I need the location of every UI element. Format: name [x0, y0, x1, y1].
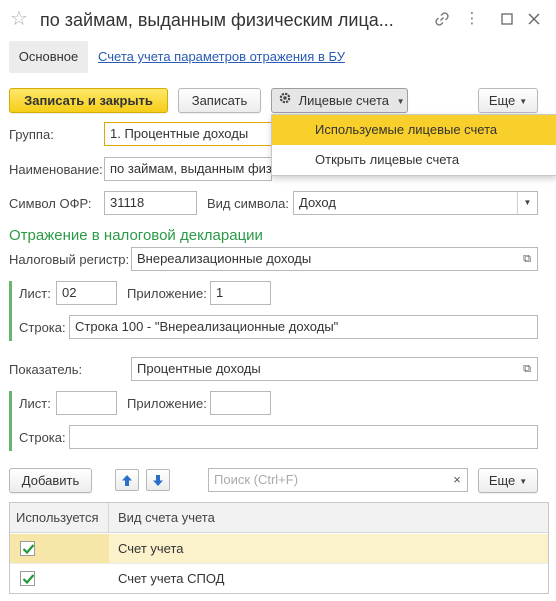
symbol-field[interactable]: 31118: [104, 191, 197, 215]
account-kind-cell: Счет учета: [118, 541, 184, 556]
link-icon[interactable]: [432, 8, 452, 30]
tax-row-field[interactable]: Строка 100 - "Внереализационные доходы": [69, 315, 538, 339]
check-icon: [22, 574, 35, 585]
symbol-kind-value: Доход: [299, 195, 336, 210]
more-vertical-icon[interactable]: ⋮: [462, 8, 482, 30]
name-label: Наименование:: [9, 162, 103, 177]
indicator-appendix-label: Приложение:: [127, 396, 207, 411]
accounts-params-link[interactable]: Счета учета параметров отражения в БУ: [98, 49, 345, 65]
chevron-down-icon: ▼: [519, 477, 528, 487]
column-header-used[interactable]: Используется: [10, 503, 109, 533]
indicator-sheet-label: Лист:: [19, 396, 51, 411]
used-checkbox[interactable]: [20, 541, 35, 556]
used-cell: [10, 534, 109, 563]
tax-appendix-label: Приложение:: [127, 286, 207, 301]
chevron-down-icon[interactable]: ▼: [517, 192, 537, 214]
more-label: Еще: [488, 93, 516, 108]
accounts-table: Используется Вид счета учета Счет учета …: [9, 502, 549, 594]
column-header-kind[interactable]: Вид счета учета: [109, 503, 548, 533]
chevron-down-icon: ▼: [519, 97, 528, 107]
personal-accounts-menu: Используемые лицевые счета Открыть лицев…: [271, 114, 556, 176]
tax-row-label: Строка:: [19, 320, 66, 335]
tax-sheet-label: Лист:: [19, 286, 51, 301]
clear-icon[interactable]: ×: [447, 469, 467, 491]
indicator-field[interactable]: Процентные доходы ⧉: [131, 357, 538, 381]
save-button[interactable]: Записать: [178, 88, 261, 113]
tax-section-title: Отражение в налоговой декларации: [9, 227, 263, 244]
table-more-button[interactable]: Еще ▼: [478, 468, 538, 493]
more-button[interactable]: Еще ▼: [478, 88, 538, 113]
open-icon[interactable]: ⧉: [517, 248, 537, 270]
window-title: по займам, выданным физическим лица...: [40, 10, 394, 30]
tax-register-field[interactable]: Внереализационные доходы ⧉: [131, 247, 538, 271]
personal-accounts-button[interactable]: Лицевые счета ▼: [271, 88, 408, 113]
indicator-sheet-field[interactable]: [56, 391, 117, 415]
search-placeholder: Поиск (Ctrl+F): [214, 472, 299, 487]
indicator-label: Показатель:: [9, 362, 83, 377]
indicator-row-field[interactable]: [69, 425, 538, 449]
maximize-icon[interactable]: [497, 8, 517, 30]
move-up-button[interactable]: [115, 469, 139, 491]
indicator-appendix-field[interactable]: [210, 391, 271, 415]
table-row[interactable]: Счет учета СПОД: [10, 564, 548, 593]
used-cell: [10, 564, 109, 593]
symbol-kind-label: Вид символа:: [207, 196, 289, 211]
open-icon[interactable]: ⧉: [517, 358, 537, 380]
table-more-label: Еще: [488, 473, 516, 488]
arrow-up-icon: [116, 474, 138, 487]
menu-item-used-accounts[interactable]: Используемые лицевые счета: [272, 115, 556, 145]
tax-appendix-field[interactable]: 1: [210, 281, 271, 305]
account-kind-cell: Счет учета СПОД: [118, 571, 225, 586]
close-icon[interactable]: [524, 8, 544, 30]
group-field[interactable]: 1. Процентные доходы: [104, 122, 272, 146]
search-input[interactable]: Поиск (Ctrl+F) ×: [208, 468, 468, 492]
name-field[interactable]: по займам, выданным физ: [104, 157, 272, 181]
add-button[interactable]: Добавить: [9, 468, 92, 493]
symbol-kind-select[interactable]: Доход ▼: [293, 191, 538, 215]
symbol-label: Символ ОФР:: [9, 196, 92, 211]
tax-register-label: Налоговый регистр:: [9, 252, 130, 267]
chevron-down-icon: ▼: [396, 97, 405, 107]
gear-icon: [278, 89, 292, 112]
tax-sheet-field[interactable]: 02: [56, 281, 117, 305]
menu-item-open-accounts[interactable]: Открыть лицевые счета: [272, 145, 556, 175]
used-checkbox[interactable]: [20, 571, 35, 586]
indicator-row-label: Строка:: [19, 430, 66, 445]
arrow-down-icon: [147, 474, 169, 487]
tab-main[interactable]: Основное: [9, 41, 88, 73]
indicator-group-bar: [9, 391, 12, 451]
check-icon: [22, 544, 35, 555]
tax-register-value: Внереализационные доходы: [137, 251, 312, 266]
star-icon[interactable]: ☆: [10, 6, 28, 32]
indicator-value: Процентные доходы: [137, 361, 261, 376]
tax-group-bar: [9, 281, 12, 341]
table-row[interactable]: Счет учета: [10, 534, 548, 564]
move-down-button[interactable]: [146, 469, 170, 491]
personal-accounts-label: Лицевые счета: [298, 93, 390, 108]
save-and-close-button[interactable]: Записать и закрыть: [9, 88, 168, 113]
group-label: Группа:: [9, 127, 54, 142]
